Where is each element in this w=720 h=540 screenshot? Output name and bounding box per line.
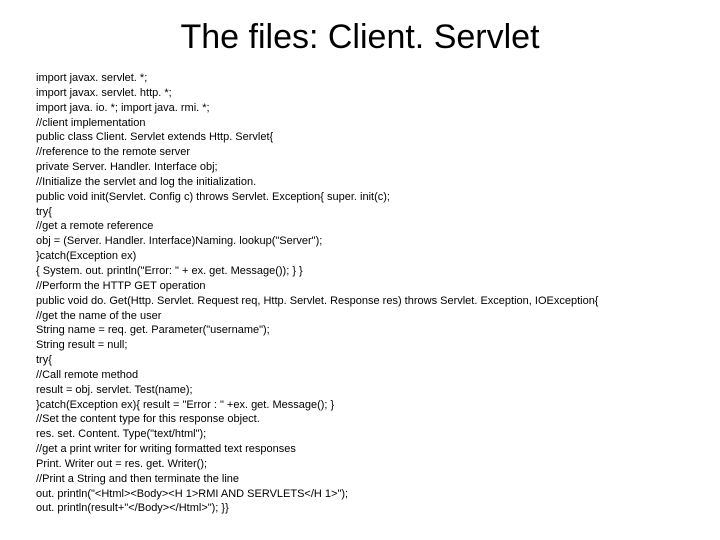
code-block: import javax. servlet. *; import javax. …	[30, 71, 690, 516]
slide-title: The files: Client. Servlet	[30, 18, 690, 57]
slide-container: The files: Client. Servlet import javax.…	[0, 0, 720, 540]
